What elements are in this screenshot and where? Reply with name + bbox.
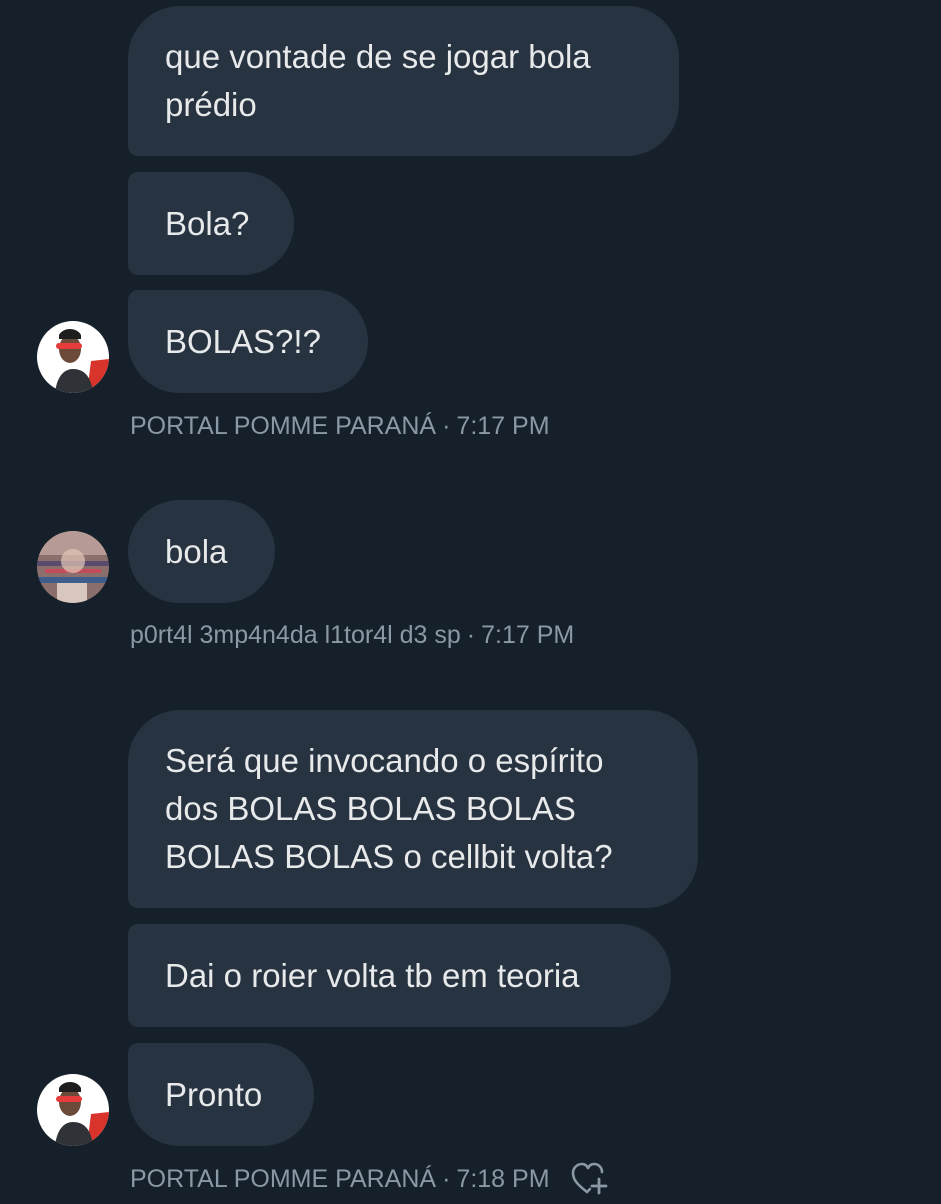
meta-separator: ·	[442, 1164, 451, 1193]
message-bubble[interactable]: BOLAS?!?	[128, 290, 368, 393]
message-bubble[interactable]: Bola?	[128, 172, 294, 275]
sender-name[interactable]: PORTAL POMME PARANÁ	[130, 412, 436, 441]
sender-name[interactable]: PORTAL POMME PARANÁ	[130, 1165, 436, 1194]
user-avatar-icon[interactable]	[37, 531, 109, 603]
meta-separator: ·	[466, 621, 476, 649]
avatar-image	[37, 531, 109, 603]
message-text: bola	[165, 532, 228, 570]
user-avatar-icon[interactable]	[37, 321, 109, 393]
message-meta: p0rt4l 3mp4n4da l1tor4l d3 sp · 7:17 PM	[130, 621, 574, 650]
message-bubble[interactable]: Pronto	[128, 1043, 314, 1146]
message-meta: PORTAL POMME PARANÁ · 7:17 PM	[130, 412, 550, 441]
message-text: Bola?	[165, 204, 250, 242]
sender-name[interactable]: p0rt4l 3mp4n4da l1tor4l d3 sp	[130, 621, 461, 650]
avatar-image	[37, 1074, 109, 1146]
timestamp: 7:17 PM	[456, 412, 550, 440]
message-text: Dai o roier volta tb em teoria	[165, 956, 580, 994]
heart-plus-icon[interactable]	[570, 1161, 610, 1197]
message-text: que vontade de se jogar bola prédio	[165, 38, 591, 123]
message-meta: PORTAL POMME PARANÁ · 7:18 PM	[130, 1161, 610, 1197]
avatar-image	[37, 321, 109, 393]
message-bubble[interactable]: que vontade de se jogar bola prédio	[128, 6, 679, 156]
message-bubble[interactable]: Dai o roier volta tb em teoria	[128, 924, 671, 1027]
message-bubble[interactable]: bola	[128, 500, 275, 603]
timestamp: 7:17 PM	[481, 621, 575, 649]
message-text: Pronto	[165, 1075, 263, 1113]
meta-separator: ·	[442, 412, 451, 440]
message-bubble[interactable]: Será que invocando o espírito dos BOLAS …	[128, 710, 698, 908]
message-text: BOLAS?!?	[165, 322, 321, 360]
timestamp: 7:18 PM	[456, 1164, 550, 1193]
message-text: Será que invocando o espírito dos BOLAS …	[165, 742, 613, 875]
user-avatar-icon[interactable]	[37, 1074, 109, 1146]
